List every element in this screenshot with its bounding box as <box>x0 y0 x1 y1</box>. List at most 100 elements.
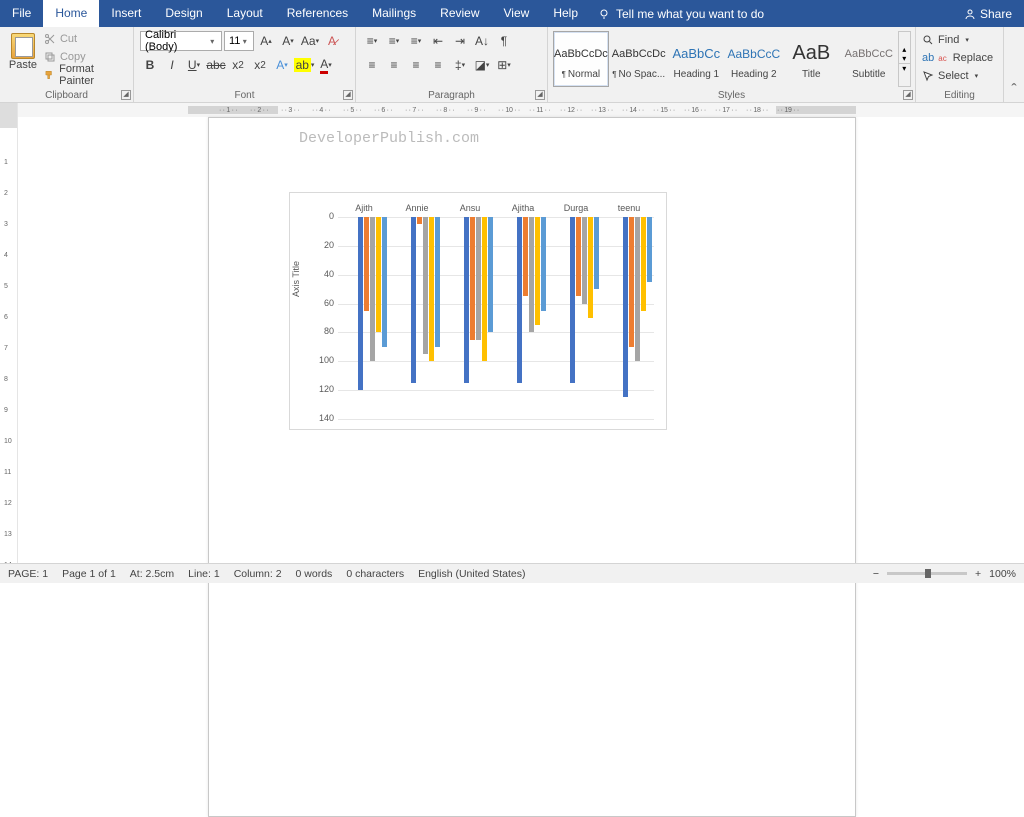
scissors-icon <box>44 33 56 45</box>
tab-layout[interactable]: Layout <box>215 0 275 27</box>
tab-file[interactable]: File <box>0 0 43 27</box>
tab-mailings[interactable]: Mailings <box>360 0 428 27</box>
menu-tabs: File Home Insert Design Layout Reference… <box>0 0 1024 27</box>
tab-view[interactable]: View <box>492 0 542 27</box>
bar <box>482 217 487 361</box>
style-title[interactable]: AaBTitle <box>784 31 839 87</box>
replace-button[interactable]: abacReplace <box>922 49 997 67</box>
status-words[interactable]: 0 words <box>296 568 333 580</box>
numbering-button[interactable]: ≡▾ <box>384 31 404 51</box>
font-name-value: Calibri (Body) <box>145 29 208 53</box>
font-name-select[interactable]: Calibri (Body)▾ <box>140 31 222 51</box>
find-button[interactable]: Find▾ <box>922 31 997 49</box>
sort-button[interactable]: A↓ <box>472 31 492 51</box>
increase-indent-button[interactable]: ⇥ <box>450 31 470 51</box>
font-color-button[interactable]: A▾ <box>316 55 336 75</box>
clear-format-button[interactable]: A̷ <box>322 31 342 51</box>
bold-button[interactable]: B <box>140 55 160 75</box>
y-tick-label: 100 <box>314 355 334 365</box>
tab-help[interactable]: Help <box>541 0 590 27</box>
replace-label: Replace <box>953 52 993 64</box>
bar <box>523 217 528 296</box>
zoom-level[interactable]: 100% <box>989 568 1016 580</box>
font-dialog-launcher[interactable]: ◢ <box>343 90 353 100</box>
bar <box>470 217 475 340</box>
change-case-button[interactable]: Aa▾ <box>300 31 320 51</box>
status-lang[interactable]: English (United States) <box>418 568 525 580</box>
tab-references[interactable]: References <box>275 0 360 27</box>
bar <box>529 217 534 332</box>
group-styles: AaBbCcDc¶NormalAaBbCcDc¶No Spac...AaBbCc… <box>548 27 916 102</box>
bar <box>576 217 581 296</box>
align-center-button[interactable]: ≡ <box>384 55 404 75</box>
zoom-in-button[interactable]: + <box>975 568 981 580</box>
status-chars[interactable]: 0 characters <box>346 568 404 580</box>
cut-button[interactable]: Cut <box>44 31 127 47</box>
grow-font-button[interactable]: A▴ <box>256 31 276 51</box>
y-tick-label: 40 <box>314 269 334 279</box>
tab-insert[interactable]: Insert <box>99 0 153 27</box>
embedded-chart[interactable]: Axis Title AjithAnnieAnsuAjithaDurgateen… <box>289 192 667 430</box>
bar <box>364 217 369 311</box>
collapse-ribbon-button[interactable]: ˆ <box>1004 27 1024 102</box>
bar <box>582 217 587 304</box>
bar <box>647 217 652 282</box>
horizontal-ruler[interactable]: · · 1 · ·· · 2 · ·· · 3 · ·· · 4 · ·· · … <box>18 103 1024 117</box>
strikethrough-button[interactable]: abc <box>206 55 226 75</box>
select-button[interactable]: Select▾ <box>922 67 997 85</box>
line-spacing-button[interactable]: ‡▾ <box>450 55 470 75</box>
styles-more-button[interactable]: ▴▾▾ <box>898 31 911 87</box>
status-page-caps[interactable]: PAGE: 1 <box>8 568 48 580</box>
page[interactable]: DeveloperPublish.com Axis Title AjithAnn… <box>208 117 856 817</box>
superscript-button[interactable]: x2 <box>250 55 270 75</box>
multilevel-button[interactable]: ≡▾ <box>406 31 426 51</box>
font-group-label: Font <box>134 90 355 101</box>
text-effects-button[interactable]: A▾ <box>272 55 292 75</box>
style-heading[interactable]: AaBbCcCHeading 2 <box>726 31 781 87</box>
align-right-button[interactable]: ≡ <box>406 55 426 75</box>
style-nospac[interactable]: AaBbCcDc¶No Spac... <box>611 31 667 87</box>
y-tick-label: 120 <box>314 384 334 394</box>
borders-button[interactable]: ⊞▾ <box>494 55 514 75</box>
vertical-ruler[interactable]: 1234567891011121314 <box>0 103 18 563</box>
y-tick-label: 60 <box>314 298 334 308</box>
document-area[interactable]: · · 1 · ·· · 2 · ·· · 3 · ·· · 4 · ·· · … <box>18 103 1024 563</box>
highlight-button[interactable]: ab▾ <box>294 55 314 75</box>
shrink-font-button[interactable]: A▾ <box>278 31 298 51</box>
style-normal[interactable]: AaBbCcDc¶Normal <box>553 31 609 87</box>
shading-button[interactable]: ◪▾ <box>472 55 492 75</box>
bar <box>588 217 593 318</box>
tab-design[interactable]: Design <box>153 0 214 27</box>
clipboard-dialog-launcher[interactable]: ◢ <box>121 90 131 100</box>
tab-home[interactable]: Home <box>43 0 99 27</box>
zoom-slider[interactable] <box>887 572 967 575</box>
zoom-out-button[interactable]: − <box>873 568 879 580</box>
bullets-button[interactable]: ≡▾ <box>362 31 382 51</box>
underline-button[interactable]: U▾ <box>184 55 204 75</box>
paragraph-dialog-launcher[interactable]: ◢ <box>535 90 545 100</box>
align-left-button[interactable]: ≡ <box>362 55 382 75</box>
decrease-indent-button[interactable]: ⇤ <box>428 31 448 51</box>
copy-icon <box>44 51 56 63</box>
chevron-down-icon: ▾ <box>208 37 217 46</box>
share-button[interactable]: Share <box>964 7 1012 21</box>
italic-button[interactable]: I <box>162 55 182 75</box>
status-line[interactable]: Line: 1 <box>188 568 220 580</box>
category-label: Ajith <box>338 203 390 213</box>
font-size-select[interactable]: 11▾ <box>224 31 254 51</box>
status-page[interactable]: Page 1 of 1 <box>62 568 116 580</box>
status-column[interactable]: Column: 2 <box>234 568 282 580</box>
status-at[interactable]: At: 2.5cm <box>130 568 174 580</box>
justify-button[interactable]: ≡ <box>428 55 448 75</box>
styles-dialog-launcher[interactable]: ◢ <box>903 90 913 100</box>
bar <box>629 217 634 347</box>
tell-me-search[interactable]: Tell me what you want to do <box>598 7 764 21</box>
style-heading[interactable]: AaBbCcHeading 1 <box>669 31 724 87</box>
style-subtitle[interactable]: AaBbCcCSubtitle <box>841 31 896 87</box>
tab-review[interactable]: Review <box>428 0 491 27</box>
show-marks-button[interactable]: ¶ <box>494 31 514 51</box>
subscript-button[interactable]: x2 <box>228 55 248 75</box>
paste-button[interactable]: Paste <box>4 29 42 87</box>
format-painter-button[interactable]: Format Painter <box>44 67 127 83</box>
bar <box>641 217 646 311</box>
